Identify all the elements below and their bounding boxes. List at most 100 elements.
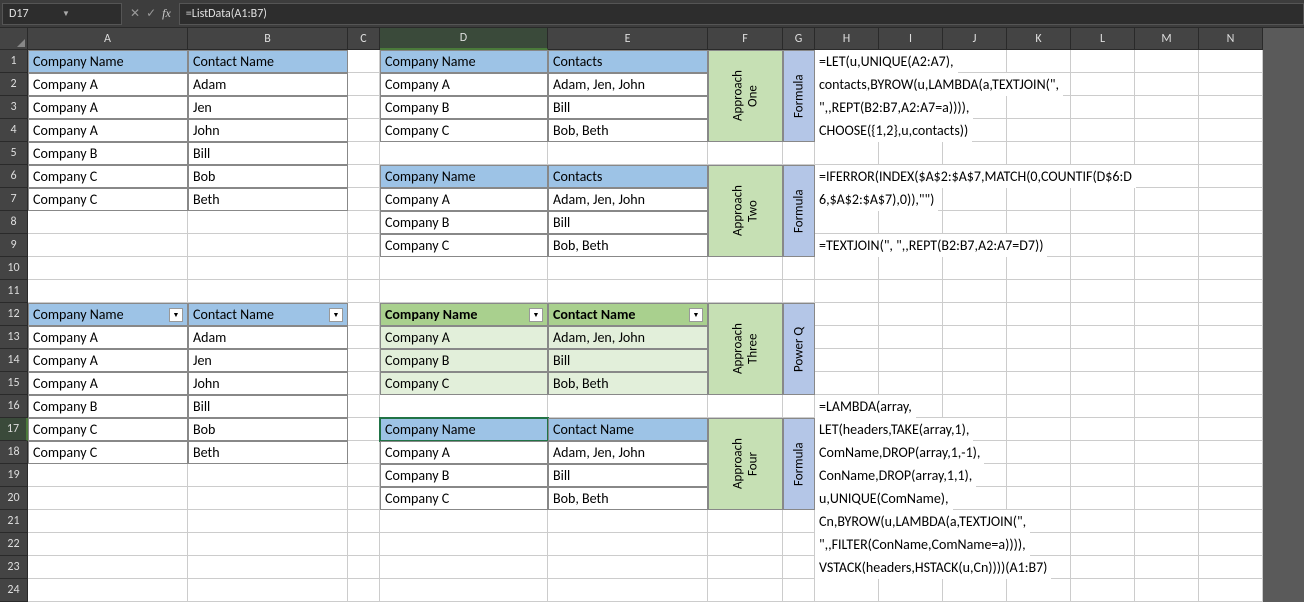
cell-E3[interactable]: Bill [548, 96, 708, 119]
cell-E23[interactable] [548, 556, 708, 579]
cell-E10[interactable] [548, 257, 708, 280]
cell-E5[interactable] [548, 142, 708, 165]
cell-B13[interactable]: Adam [188, 326, 348, 349]
row-header-5[interactable]: 5 [0, 142, 28, 165]
cell-J14[interactable] [943, 349, 1007, 372]
cell-B15[interactable]: John [188, 372, 348, 395]
cell-C1[interactable] [348, 50, 380, 73]
cell-E11[interactable] [548, 280, 708, 303]
cell-H5[interactable] [815, 142, 879, 165]
cell-E1[interactable]: Contacts [548, 50, 708, 73]
cell-M14[interactable] [1135, 349, 1199, 372]
cell-E22[interactable] [548, 533, 708, 556]
cell-C24[interactable] [348, 579, 380, 602]
cell-M19[interactable] [1135, 464, 1199, 487]
cell-D18[interactable]: Company A [380, 441, 548, 464]
cell-B20[interactable] [188, 487, 348, 510]
cell-E4[interactable]: Bob, Beth [548, 119, 708, 142]
col-header-A[interactable]: A [28, 28, 188, 50]
cell-D12[interactable]: Company Name▼ [380, 303, 548, 326]
cell-A4[interactable]: Company A [28, 119, 188, 142]
row-header-10[interactable]: 10 [0, 257, 28, 280]
cell-E24[interactable] [548, 579, 708, 602]
row-header-4[interactable]: 4 [0, 119, 28, 142]
cell-B3[interactable]: Jen [188, 96, 348, 119]
vertical-label[interactable]: Power Q [783, 303, 815, 395]
cell-K4[interactable] [1007, 119, 1071, 142]
formula-text[interactable]: CHOOSE({1,2},u,contacts)) [815, 119, 972, 142]
vertical-label[interactable]: Formula [783, 50, 815, 142]
cell-I8[interactable] [879, 211, 943, 234]
cell-M2[interactable] [1135, 73, 1199, 96]
cell-N1[interactable] [1199, 50, 1263, 73]
cell-C5[interactable] [348, 142, 380, 165]
cell-C23[interactable] [348, 556, 380, 579]
cell-E18[interactable]: Adam, Jen, John [548, 441, 708, 464]
cell-D3[interactable]: Company B [380, 96, 548, 119]
cell-E9[interactable]: Bob, Beth [548, 234, 708, 257]
cancel-icon[interactable]: ✕ [130, 6, 140, 21]
cell-A24[interactable] [28, 579, 188, 602]
formula-text[interactable]: ConName,DROP(array,1,1), [815, 464, 976, 487]
cell-B11[interactable] [188, 280, 348, 303]
cell-A14[interactable]: Company A [28, 349, 188, 372]
cell-C14[interactable] [348, 349, 380, 372]
cell-D8[interactable]: Company B [380, 211, 548, 234]
cell-M22[interactable] [1135, 533, 1199, 556]
cell-M16[interactable] [1135, 395, 1199, 418]
cell-K3[interactable] [1007, 96, 1071, 119]
cell-D15[interactable]: Company C [380, 372, 548, 395]
cell-A1[interactable]: Company Name [28, 50, 188, 73]
cell-C3[interactable] [348, 96, 380, 119]
cell-N24[interactable] [1199, 579, 1263, 602]
row-header-20[interactable]: 20 [0, 487, 28, 510]
cell-A12[interactable]: Company Name▼ [28, 303, 188, 326]
cell-K19[interactable] [1007, 464, 1071, 487]
formula-text[interactable]: =IFERROR(INDEX($A$2:$A$7,MATCH(0,COUNTIF… [815, 165, 1136, 188]
cell-M5[interactable] [1135, 142, 1199, 165]
fx-icon[interactable]: fx [162, 6, 171, 21]
cell-L15[interactable] [1071, 372, 1135, 395]
cell-M23[interactable] [1135, 556, 1199, 579]
cell-H11[interactable] [815, 280, 879, 303]
cell-J7[interactable] [943, 188, 1007, 211]
cell-C16[interactable] [348, 395, 380, 418]
row-header-16[interactable]: 16 [0, 395, 28, 418]
cell-G21[interactable] [783, 510, 815, 533]
cell-C20[interactable] [348, 487, 380, 510]
cell-F22[interactable] [708, 533, 783, 556]
cell-D22[interactable] [380, 533, 548, 556]
cell-M21[interactable] [1135, 510, 1199, 533]
cell-B1[interactable]: Contact Name [188, 50, 348, 73]
cell-L2[interactable] [1071, 73, 1135, 96]
cell-A20[interactable] [28, 487, 188, 510]
filter-icon[interactable]: ▼ [329, 308, 343, 322]
cell-D1[interactable]: Company Name [380, 50, 548, 73]
cell-B23[interactable] [188, 556, 348, 579]
cell-E19[interactable]: Bill [548, 464, 708, 487]
cell-N16[interactable] [1199, 395, 1263, 418]
cell-M4[interactable] [1135, 119, 1199, 142]
cell-E12[interactable]: Contact Name▼ [548, 303, 708, 326]
cell-M3[interactable] [1135, 96, 1199, 119]
cell-L24[interactable] [1071, 579, 1135, 602]
cell-D7[interactable]: Company A [380, 188, 548, 211]
cell-M20[interactable] [1135, 487, 1199, 510]
cell-I5[interactable] [879, 142, 943, 165]
cell-G11[interactable] [783, 280, 815, 303]
row-header-8[interactable]: 8 [0, 211, 28, 234]
cell-B18[interactable]: Beth [188, 441, 348, 464]
cell-H14[interactable] [815, 349, 879, 372]
formula-text[interactable]: ",,REPT(B2:B7,A2:A7=a)))), [815, 96, 973, 119]
row-header-7[interactable]: 7 [0, 188, 28, 211]
cell-E15[interactable]: Bob, Beth [548, 372, 708, 395]
cell-I12[interactable] [879, 303, 943, 326]
cell-A5[interactable]: Company B [28, 142, 188, 165]
cell-N13[interactable] [1199, 326, 1263, 349]
cell-K17[interactable] [1007, 418, 1071, 441]
cell-L11[interactable] [1071, 280, 1135, 303]
row-header-3[interactable]: 3 [0, 96, 28, 119]
cell-G5[interactable] [783, 142, 815, 165]
cell-D16[interactable] [380, 395, 548, 418]
row-header-2[interactable]: 2 [0, 73, 28, 96]
